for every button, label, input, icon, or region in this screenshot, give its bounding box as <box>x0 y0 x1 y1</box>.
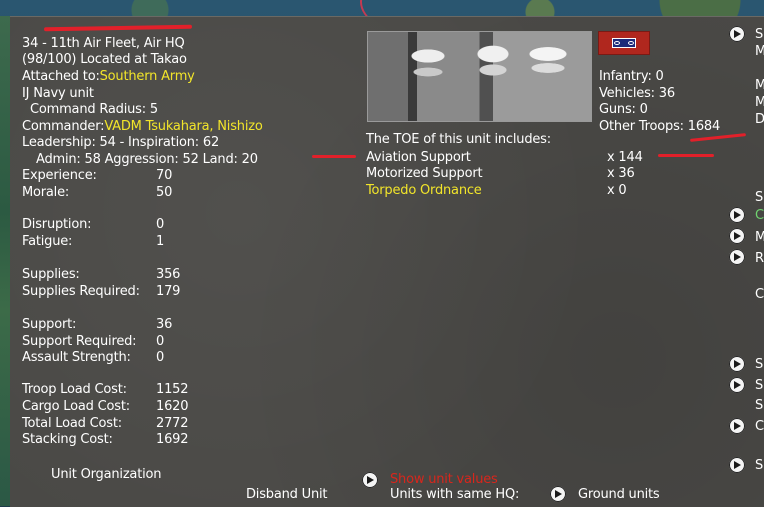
right-edge-text: M <box>755 78 764 93</box>
right-edge-text: S <box>755 398 764 413</box>
attached-hq-link[interactable]: Southern Army <box>100 69 195 84</box>
stat-value: 70 <box>156 168 173 183</box>
commander-link[interactable]: VADM Tsukahara, Nishizo <box>104 119 263 134</box>
stat-label: Morale: <box>22 185 70 200</box>
unit-title: 34 - 11th Air Fleet, Air HQ <box>22 36 185 51</box>
stat-value: 356 <box>156 267 181 282</box>
right-edge-text: S <box>755 378 764 393</box>
leadership: Leadership: 54 - Inspiration: 62 <box>22 135 220 150</box>
attached-to: Attached to:Southern Army <box>22 69 195 85</box>
toe-item-name[interactable]: Torpedo Ordnance <box>366 183 482 199</box>
right-arrow-icon[interactable] <box>729 457 745 473</box>
right-edge-text: M <box>755 44 764 59</box>
stat-value: 50 <box>156 185 173 200</box>
right-edge-text: S <box>755 357 764 372</box>
commander-label: Commander: <box>22 119 105 134</box>
guns-count: Guns: 0 <box>599 102 648 117</box>
stat-value: 1 <box>156 234 165 249</box>
right-arrow-icon[interactable] <box>729 228 745 244</box>
infantry-count: Infantry: 0 <box>599 69 664 84</box>
stat-value: 2772 <box>156 416 189 431</box>
units-same-hq-label: Units with same HQ: <box>390 487 520 502</box>
stat-value: 1692 <box>156 432 189 447</box>
stat-label: Assault Strength: <box>22 350 131 365</box>
toe-item-qty: x 0 <box>607 183 627 198</box>
toe-header: The TOE of this unit includes: <box>366 132 551 147</box>
show-unit-values-button[interactable]: Show unit values <box>390 472 498 488</box>
toe-item-name[interactable]: Aviation Support <box>366 150 471 166</box>
right-edge-text: R <box>755 251 764 266</box>
right-edge-text: D <box>755 112 764 127</box>
stat-label: Experience: <box>22 168 97 183</box>
right-arrow-icon[interactable] <box>729 249 745 265</box>
unit-service: IJ Navy unit <box>22 86 94 101</box>
stat-label: Total Load Cost: <box>22 416 122 431</box>
stat-value: 0 <box>156 217 165 232</box>
right-edge-text: S <box>755 190 764 205</box>
stat-label: Cargo Load Cost: <box>22 399 130 414</box>
right-arrow-icon[interactable] <box>729 356 745 372</box>
stat-label: Fatigue: <box>22 234 73 249</box>
stat-label: Stacking Cost: <box>22 432 113 447</box>
right-edge-text: S <box>755 27 764 42</box>
stat-label: Support: <box>22 317 77 332</box>
stat-label: Supplies Required: <box>22 284 140 299</box>
right-edge-text: M <box>755 230 764 245</box>
right-edge-text: M <box>755 95 764 110</box>
right-edge-text: C <box>755 208 764 223</box>
annotation-mark-land <box>312 155 356 158</box>
command-radius: Command Radius: 5 <box>30 102 158 117</box>
stat-value: 179 <box>156 284 181 299</box>
stat-value: 0 <box>156 350 165 365</box>
stat-value: 36 <box>156 317 173 332</box>
stat-label: Supplies: <box>22 267 80 282</box>
stat-value: 1620 <box>156 399 189 414</box>
right-edge-text: C <box>755 419 764 434</box>
stat-value: 1152 <box>156 382 189 397</box>
ground-units-button[interactable]: Ground units <box>578 487 660 503</box>
toe-item-qty: x 144 <box>607 150 643 165</box>
toe-item-qty: x 36 <box>607 166 635 181</box>
disband-unit-button[interactable]: Disband Unit <box>246 487 328 503</box>
toe-item-name[interactable]: Motorized Support <box>366 166 483 182</box>
commander: Commander:VADM Tsukahara, Nishizo <box>22 119 263 135</box>
right-arrow-icon[interactable] <box>729 377 745 393</box>
annotation-mark-aviation <box>658 154 714 157</box>
leader-ratings: Admin: 58 Aggression: 52 Land: 20 <box>36 152 258 167</box>
right-edge-text: S <box>755 458 764 473</box>
right-arrow-icon[interactable] <box>729 418 745 434</box>
show-unit-values-arrow-icon[interactable] <box>362 472 378 488</box>
unit-location: (98/100) Located at Takao <box>22 52 187 67</box>
stat-label: Troop Load Cost: <box>22 382 127 397</box>
vehicles-count: Vehicles: 36 <box>599 86 675 101</box>
stat-label: Disruption: <box>22 217 92 232</box>
map-land-edge <box>0 16 10 506</box>
right-arrow-icon[interactable] <box>729 26 745 42</box>
other-troops-count: Other Troops: 1684 <box>599 119 721 134</box>
right-arrow-icon[interactable] <box>729 207 745 223</box>
stat-value: 0 <box>156 334 165 349</box>
attached-label: Attached to: <box>22 69 100 84</box>
stat-label: Support Required: <box>22 334 137 349</box>
right-edge-text: C <box>755 287 764 302</box>
hq-unit-icon[interactable] <box>598 31 650 55</box>
unit-organization-button[interactable]: Unit Organization <box>51 467 162 483</box>
commander-photo <box>367 31 592 122</box>
